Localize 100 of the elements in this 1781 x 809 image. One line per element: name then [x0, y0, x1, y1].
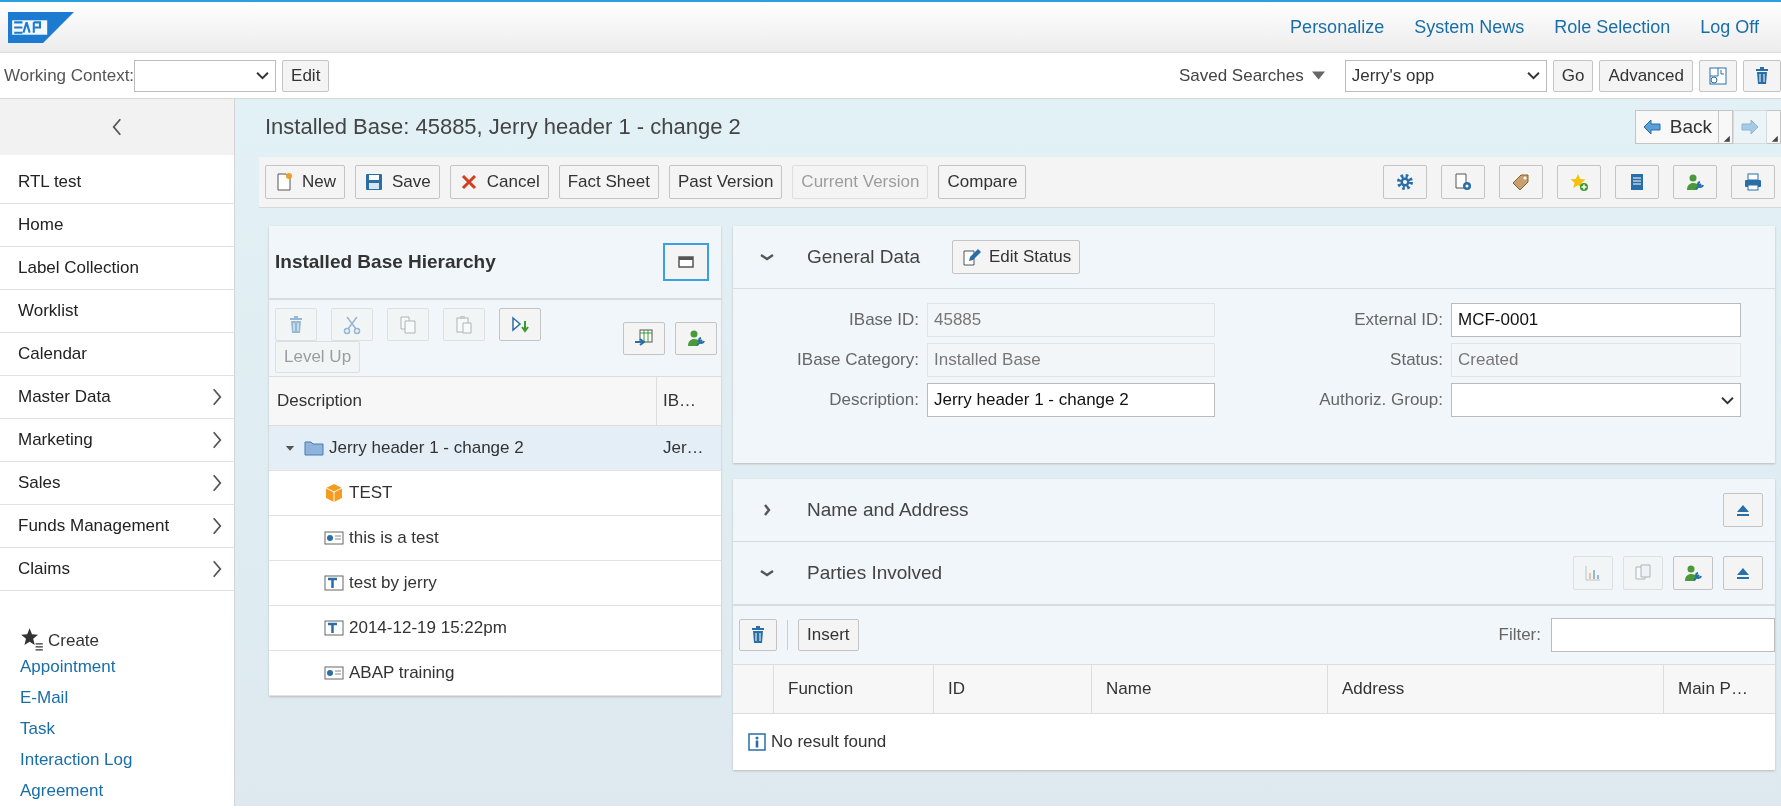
field-label: Working Context: — [4, 65, 135, 86]
printer-icon — [1743, 172, 1763, 192]
star-list-icon — [20, 627, 44, 651]
edit-button[interactable]: Edit — [282, 59, 330, 92]
advanced-button[interactable]: Advanced — [1599, 59, 1693, 92]
toolbar-button[interactable]: Compare — [938, 165, 1027, 199]
tree-row[interactable]: this is a test — [269, 516, 721, 561]
panel-title: Installed Base Hierarchy — [275, 251, 496, 273]
icon-button[interactable] — [1557, 165, 1601, 199]
section-title: General Data — [807, 246, 920, 268]
column-header: ID — [934, 665, 1092, 713]
toolbar-button[interactable]: Past Version — [668, 165, 783, 199]
header-link[interactable]: System News — [1414, 16, 1525, 38]
copy-icon — [398, 314, 418, 335]
tree-row[interactable]: test by jerry — [269, 561, 721, 606]
icon-button[interactable] — [1723, 556, 1763, 590]
edit-status-button[interactable]: Edit Status — [952, 240, 1081, 274]
star-add-icon — [1569, 172, 1589, 192]
sidebar-item[interactable]: RTL test — [0, 161, 234, 204]
window-layout-icon — [1708, 65, 1728, 86]
history-dropdown[interactable] — [1767, 110, 1781, 144]
icon-button[interactable] — [1673, 165, 1717, 199]
scissors-icon — [342, 314, 362, 335]
create-link[interactable]: Agreement — [20, 775, 104, 806]
field-label: Description: — [828, 390, 919, 410]
toolbar-button[interactable]: Save — [355, 165, 440, 199]
toolbar-button[interactable]: New — [265, 165, 345, 199]
tree-item-label: test by jerry — [349, 573, 437, 593]
icon-button[interactable] — [623, 321, 665, 355]
user-settings-icon — [1685, 172, 1705, 192]
new-document-icon — [274, 172, 294, 192]
saved-search-dropdown[interactable]: Jerry's opp — [1344, 59, 1547, 92]
input-field[interactable]: MCF-0001 — [1451, 303, 1741, 337]
input-field[interactable]: Jerry header 1 - change 2 — [927, 383, 1215, 417]
table-arrow-icon — [634, 328, 654, 348]
sidebar-item[interactable]: Funds Management — [0, 505, 234, 548]
page-title: Installed Base: 45885, Jerry header 1 - change 2 — [265, 114, 741, 140]
empty-message: No result found — [771, 732, 887, 752]
create-link[interactable]: Appointment — [20, 651, 116, 682]
edit-icon — [961, 247, 981, 267]
text-document-icon — [324, 573, 344, 593]
icon-button[interactable] — [1499, 165, 1543, 199]
toolbar-button[interactable]: Cancel — [449, 165, 549, 199]
icon-button[interactable] — [499, 308, 541, 341]
delete-button[interactable] — [739, 619, 777, 651]
sidebar-item[interactable]: Home — [0, 204, 234, 247]
contact-card-icon — [324, 528, 344, 548]
history-dropdown[interactable] — [1719, 110, 1733, 144]
section-title: Parties Involved — [807, 562, 943, 584]
field-label: External ID: — [1353, 310, 1443, 330]
sidebar-item[interactable]: Claims — [0, 548, 234, 591]
contact-card-icon — [324, 663, 344, 683]
section-label: Create — [48, 631, 100, 651]
sidebar-item[interactable]: Calendar — [0, 333, 234, 376]
create-link[interactable]: Interaction Log — [20, 744, 133, 775]
icon-button[interactable] — [1615, 165, 1659, 199]
tree-row[interactable]: TEST — [269, 471, 721, 516]
sidebar-item[interactable]: Master Data — [0, 376, 234, 419]
text-document-icon — [324, 618, 344, 638]
icon-button[interactable] — [1699, 59, 1737, 92]
tree-item-label: 2014-12-19 15:22pm — [349, 618, 507, 638]
column-header: Name — [1092, 665, 1328, 713]
column-header: Address — [1328, 665, 1664, 713]
go-button[interactable]: Go — [1552, 59, 1594, 92]
icon-button[interactable] — [1441, 165, 1485, 199]
insert-button[interactable]: Insert — [798, 619, 859, 651]
icon-button[interactable] — [1383, 165, 1427, 199]
dropdown-arrow-icon — [1311, 71, 1325, 80]
dropdown-field[interactable] — [1451, 383, 1741, 417]
tree-row[interactable]: 2014-12-19 15:22pm — [269, 606, 721, 651]
tree-row[interactable]: Jerry header 1 - change 2 Jer… — [269, 426, 721, 471]
tree-item-label: TEST — [349, 483, 393, 503]
field-label: IBase ID: — [848, 310, 919, 330]
icon-button[interactable] — [1723, 493, 1763, 527]
back-button[interactable]: Back — [1634, 110, 1719, 144]
tree-item-label: this is a test — [349, 528, 439, 548]
icon-button[interactable] — [675, 321, 717, 355]
sidebar-item[interactable]: Worklist — [0, 290, 234, 333]
header-link[interactable]: Role Selection — [1554, 16, 1671, 38]
icon-button[interactable] — [1731, 165, 1775, 199]
icon-button[interactable] — [1743, 59, 1781, 92]
sidebar-item[interactable]: Label Collection — [0, 247, 234, 290]
header-link[interactable]: Log Off — [1700, 16, 1759, 38]
info-icon — [747, 732, 767, 752]
arrow-right-icon — [1740, 117, 1760, 137]
create-link[interactable]: E-Mail — [20, 682, 69, 713]
saved-searches-menu[interactable]: Saved Searches — [1178, 65, 1325, 86]
maximize-button[interactable] — [663, 243, 709, 281]
tree-item-label: ABAP training — [349, 663, 455, 683]
sidebar-item[interactable]: Marketing — [0, 419, 234, 462]
create-link[interactable]: Task — [20, 713, 55, 744]
sidebar-item[interactable]: Sales — [0, 462, 234, 505]
tree-row[interactable]: ABAP training — [269, 651, 721, 696]
logo-icon — [8, 11, 74, 43]
icon-button[interactable] — [1673, 556, 1713, 590]
working-context-dropdown[interactable] — [134, 59, 277, 92]
paste-icon — [454, 314, 474, 335]
filter-field[interactable] — [1551, 618, 1775, 652]
header-link[interactable]: Personalize — [1290, 16, 1385, 38]
toolbar-button[interactable]: Fact Sheet — [558, 165, 659, 199]
